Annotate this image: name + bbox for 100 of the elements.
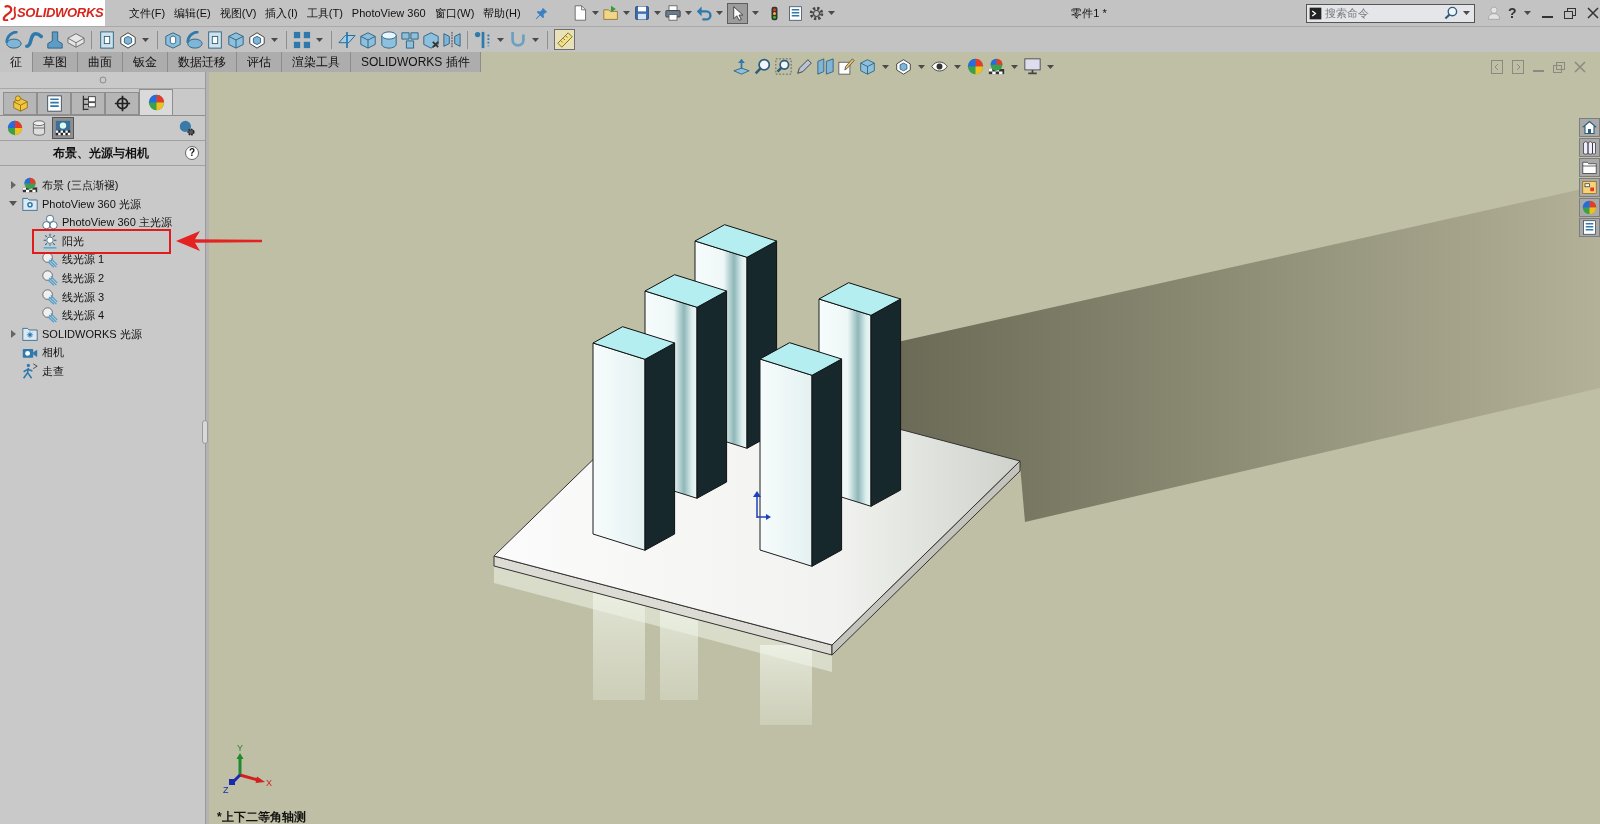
tree-item[interactable]: 走查 — [42, 363, 64, 380]
caret-icon[interactable] — [685, 11, 692, 15]
magnifier-frame-icon[interactable] — [775, 58, 792, 75]
color-ball-icon[interactable] — [967, 58, 984, 75]
toggle-button[interactable] — [554, 29, 575, 50]
caret-icon[interactable] — [828, 11, 835, 15]
dotted-axis-icon[interactable] — [474, 30, 492, 49]
task-pane-button[interactable] — [1579, 118, 1600, 137]
caret-icon[interactable] — [532, 37, 539, 42]
search-box[interactable]: 搜索命令 — [1306, 3, 1475, 23]
revolve-icon[interactable] — [185, 30, 203, 49]
caret-icon[interactable] — [142, 37, 149, 42]
printer-icon[interactable] — [665, 5, 681, 21]
open-folder-icon[interactable] — [603, 5, 619, 21]
tab[interactable]: 钣金 — [123, 52, 168, 72]
caret-icon[interactable] — [654, 11, 661, 15]
help-button[interactable]: ? — [1506, 6, 1519, 20]
list-icon[interactable] — [788, 5, 803, 21]
caret-icon[interactable] — [716, 11, 723, 15]
view-button[interactable] — [52, 117, 74, 139]
caret-down-icon[interactable] — [9, 201, 17, 207]
menu-item[interactable]: 编辑(E) — [172, 4, 213, 22]
panel-tab[interactable] — [37, 92, 71, 115]
panel-tab[interactable] — [71, 92, 105, 115]
curved-arrow-icon[interactable] — [696, 5, 712, 21]
hexagon-cross-icon[interactable] — [422, 30, 440, 49]
search-field[interactable]: 搜索命令 — [1325, 4, 1441, 22]
task-pane-button[interactable] — [1579, 138, 1600, 157]
close-icon[interactable] — [1586, 7, 1599, 19]
cube-icon[interactable] — [227, 30, 245, 49]
panel-collapse-handle[interactable] — [202, 420, 208, 444]
tab[interactable]: 数据迁移 — [168, 52, 237, 72]
grip-icon[interactable] — [98, 76, 107, 84]
tab[interactable]: 曲面 — [78, 52, 123, 72]
tree-item[interactable]: 阳光 — [62, 232, 84, 250]
select-button[interactable] — [727, 2, 748, 24]
menu-item[interactable]: 工具(T) — [304, 4, 345, 22]
task-pane-button[interactable] — [1579, 158, 1600, 177]
menu-item[interactable]: 文件(F) — [127, 4, 168, 22]
minimize-icon[interactable] — [1541, 16, 1553, 18]
tree-item[interactable]: 布景 (三点渐褪) — [42, 177, 119, 194]
panel-tab[interactable] — [105, 92, 139, 115]
caret-right-icon[interactable] — [10, 330, 16, 339]
pencil-icon[interactable] — [796, 58, 813, 75]
scene-ball-icon[interactable] — [988, 58, 1005, 75]
revolve-icon[interactable] — [4, 30, 22, 49]
menu-item[interactable]: PhotoView 360 — [349, 4, 428, 22]
task-pane-button[interactable] — [1579, 218, 1600, 237]
frame-icon[interactable] — [98, 30, 116, 49]
caret-icon[interactable] — [592, 11, 599, 15]
caret-right-icon[interactable] — [10, 181, 16, 190]
split-block-icon[interactable] — [817, 58, 834, 75]
caret-icon[interactable] — [1011, 64, 1018, 69]
caret-icon[interactable] — [271, 37, 278, 42]
nested-hexagon-icon[interactable] — [248, 30, 266, 49]
menu-item[interactable]: 插入(I) — [263, 4, 300, 22]
nested-hexagon-icon[interactable] — [119, 30, 137, 49]
search-icon[interactable] — [1444, 6, 1458, 20]
tree-item[interactable]: 相机 — [42, 344, 64, 361]
cube-icon[interactable] — [359, 30, 377, 49]
caret-icon[interactable] — [316, 37, 323, 42]
tree-item[interactable]: 线光源 2 — [62, 270, 105, 287]
new-document-icon[interactable] — [572, 5, 588, 21]
caret-icon[interactable] — [623, 11, 630, 15]
caret-icon[interactable] — [1463, 11, 1470, 15]
up-arrow-icon[interactable] — [733, 58, 750, 75]
curve-icon[interactable] — [25, 30, 43, 49]
caret-icon[interactable] — [918, 64, 925, 69]
caret-icon[interactable] — [497, 37, 504, 42]
eye-icon[interactable] — [931, 58, 948, 75]
tab[interactable]: 渲染工具 — [282, 52, 351, 72]
caret-icon[interactable] — [882, 64, 889, 69]
help-button[interactable]: ? — [185, 146, 199, 160]
mirror-icon[interactable] — [443, 30, 461, 49]
tab[interactable]: 征 — [0, 52, 33, 72]
settings-icon[interactable] — [809, 5, 824, 21]
caret-icon[interactable] — [1523, 11, 1531, 15]
tree-item[interactable]: PhotoView 360 光源 — [42, 195, 141, 213]
pencil-page-icon[interactable] — [838, 58, 855, 75]
tab[interactable]: SOLIDWORKS 插件 — [351, 52, 481, 72]
caret-icon[interactable] — [954, 64, 961, 69]
tree-item[interactable]: 线光源 3 — [62, 288, 105, 306]
caret-icon[interactable] — [1047, 64, 1054, 69]
hexagon-hole-icon[interactable] — [164, 30, 182, 49]
search-icon[interactable] — [754, 58, 771, 75]
slab-icon[interactable] — [67, 30, 85, 49]
tree-item[interactable]: SOLIDWORKS 光源 — [42, 325, 142, 343]
nested-hexagon-icon[interactable] — [895, 58, 912, 75]
menu-item[interactable]: 帮助(H) — [481, 4, 523, 22]
plane-icon[interactable] — [338, 30, 356, 49]
tree-item[interactable]: 线光源 4 — [62, 307, 105, 324]
sphere-gear-icon[interactable] — [179, 120, 195, 136]
square-grid-icon[interactable] — [293, 30, 311, 49]
cylinder-icon[interactable] — [380, 30, 398, 49]
monitor-icon[interactable] — [1024, 58, 1041, 75]
tab[interactable]: 评估 — [237, 52, 282, 72]
frame-icon[interactable] — [206, 30, 224, 49]
pillar-icon[interactable] — [46, 30, 64, 49]
caret-icon[interactable] — [752, 11, 759, 15]
menu-item[interactable]: 视图(V) — [217, 4, 259, 22]
